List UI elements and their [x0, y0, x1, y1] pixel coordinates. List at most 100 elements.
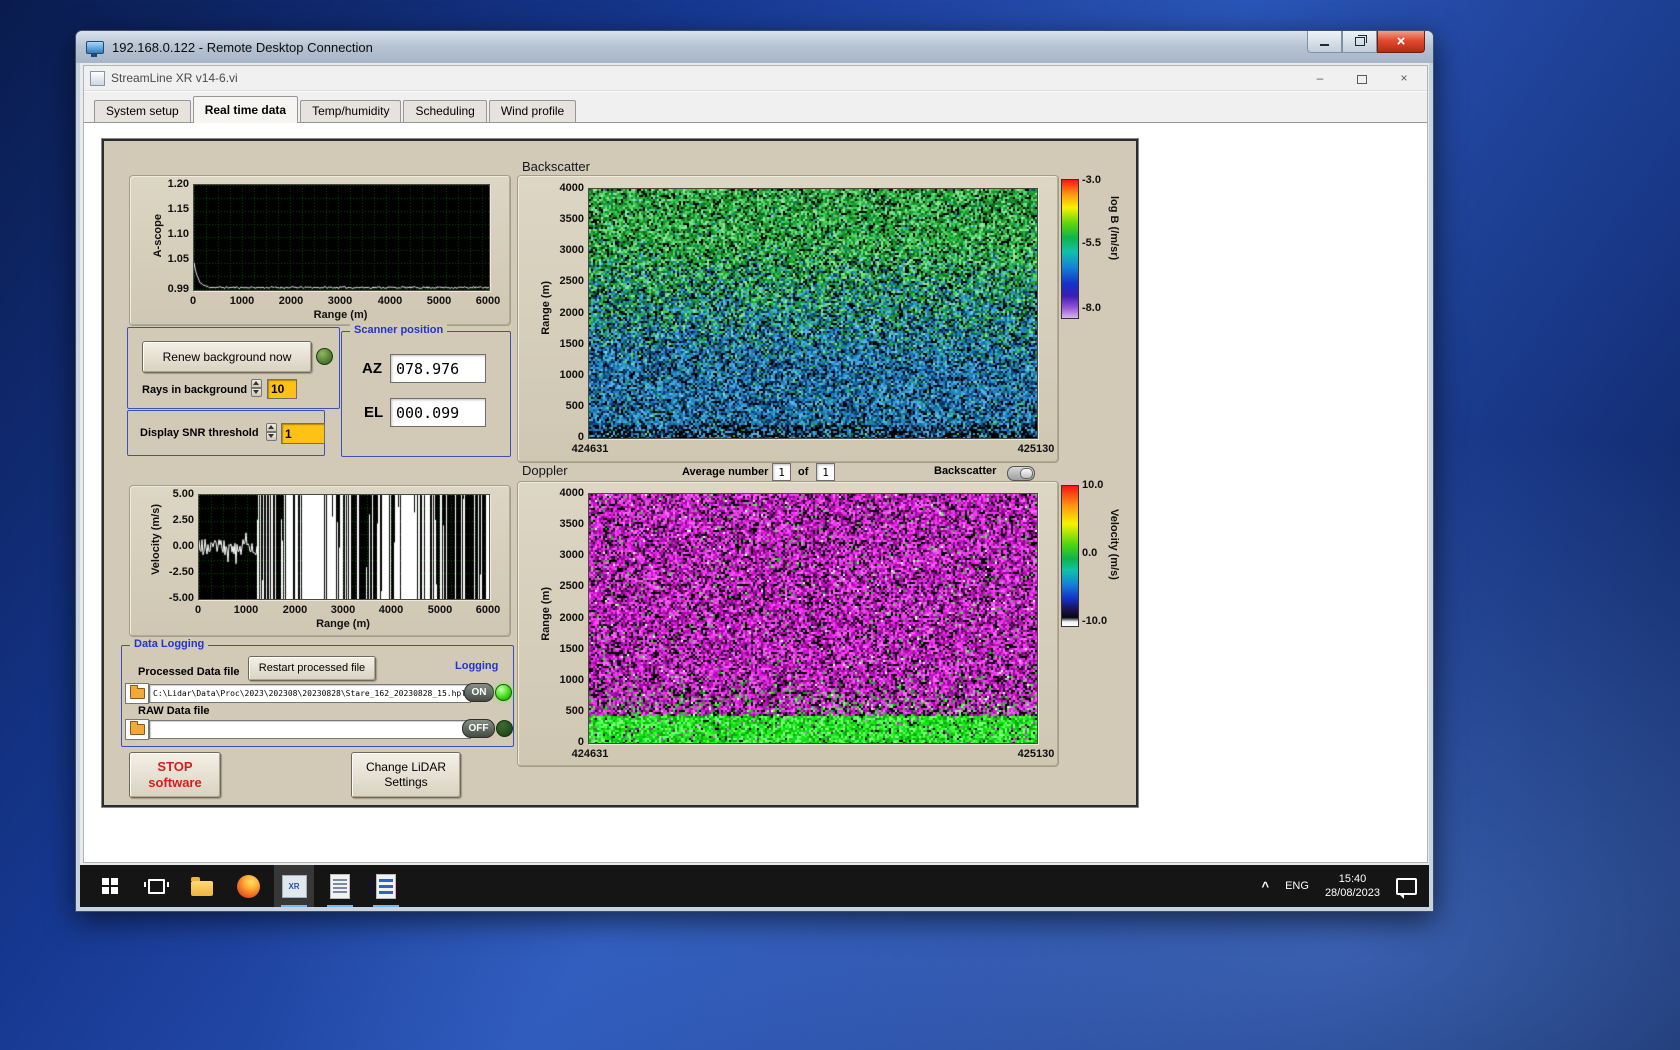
rdp-close-button[interactable]: ×	[1377, 31, 1425, 53]
backscatter-colorbar	[1061, 179, 1079, 319]
processed-logging-toggle[interactable]: ON	[464, 683, 494, 702]
hidden-icons-chevron[interactable]: ^	[1262, 879, 1270, 894]
raw-data-file-label: RAW Data file	[138, 705, 210, 717]
taskbar-file-explorer[interactable]	[182, 865, 222, 907]
task-view-button[interactable]	[136, 865, 176, 907]
backscatter-y-tick: 500	[548, 400, 584, 412]
tab-system-setup[interactable]: System setup	[94, 100, 191, 122]
doppler-plot	[588, 493, 1038, 744]
taskbar-data-viewer[interactable]	[366, 865, 406, 907]
rays-in-background-field[interactable]: 10	[267, 379, 297, 399]
restore-icon	[1355, 37, 1365, 46]
tab-wind-profile[interactable]: Wind profile	[489, 100, 576, 122]
velocity-graph-frame: Velocity (m/s) 5.00 2.50 0.00 -2.50 -5.0…	[129, 485, 511, 637]
tab-real-time-data[interactable]: Real time data	[193, 96, 298, 123]
rays-spinner[interactable]	[251, 379, 264, 398]
raw-logging-toggle[interactable]: OFF	[462, 719, 495, 738]
spinner-up-icon[interactable]	[266, 423, 277, 432]
app-restore-button[interactable]	[1357, 75, 1367, 84]
doppler-colorbar-tick: 10.0	[1082, 479, 1103, 491]
backscatter-x-tick-right: 425130	[1008, 443, 1064, 455]
processed-logging-led	[495, 684, 512, 701]
minimize-icon	[1320, 44, 1329, 46]
backscatter-colorbar-label: log B (/m/sr)	[1108, 196, 1120, 260]
rdp-minimize-button[interactable]	[1307, 31, 1342, 53]
backscatter-graph-frame: Range (m) 4000 3500 3000 2500 2000 1500 …	[517, 175, 1059, 463]
notifications-icon[interactable]	[1396, 878, 1417, 895]
spinner-up-icon[interactable]	[251, 379, 262, 388]
az-label: AZ	[362, 360, 382, 377]
change-lidar-settings-button[interactable]: Change LiDAR Settings	[351, 752, 461, 798]
logging-label: Logging	[455, 660, 498, 672]
rdp-title: 192.168.0.122 - Remote Desktop Connectio…	[112, 40, 373, 55]
raw-data-file-path[interactable]	[149, 720, 471, 739]
velocity-x-tick: 4000	[373, 604, 409, 616]
tab-temp-humidity[interactable]: Temp/humidity	[300, 100, 401, 122]
snr-threshold-field[interactable]: 1	[281, 423, 325, 444]
backscatter-colorbar-tick: -8.0	[1082, 302, 1101, 314]
start-button[interactable]	[90, 865, 130, 907]
ascope-plot-canvas	[194, 185, 489, 290]
tab-bar: System setup Real time data Temp/humidit…	[84, 92, 1427, 123]
average-number-field[interactable]: 1	[772, 463, 791, 481]
az-field[interactable]: 078.976	[390, 354, 486, 383]
scanner-position-group: Scanner position AZ 078.976 EL 000.099	[341, 331, 511, 457]
doppler-y-tick: 1000	[548, 674, 584, 686]
ascope-x-axis-label: Range (m)	[193, 309, 488, 321]
folder-icon	[130, 724, 145, 735]
data-logging-group: Data Logging Processed Data file Restart…	[121, 645, 514, 747]
app-close-button[interactable]: ×	[1397, 71, 1411, 85]
raw-path-drive-icon[interactable]	[125, 719, 149, 740]
velocity-x-tick: 2000	[277, 604, 313, 616]
app-minimize-button[interactable]: –	[1313, 71, 1327, 85]
doppler-colorbar-label: Velocity (m/s)	[1108, 509, 1120, 580]
average-of-field[interactable]: 1	[816, 463, 835, 481]
velocity-x-tick: 6000	[470, 604, 506, 616]
spinner-down-icon[interactable]	[266, 432, 277, 441]
processed-path-drive-icon[interactable]	[125, 683, 149, 704]
backscatter-y-tick: 3000	[548, 244, 584, 256]
ascope-x-tick: 6000	[470, 295, 506, 307]
processed-data-file-path[interactable]: C:\Lidar\Data\Proc\2023\202308\20230828\…	[149, 684, 471, 703]
stop-software-label-line1: STOP	[157, 759, 192, 775]
tab-scheduling[interactable]: Scheduling	[403, 100, 486, 122]
doppler-y-tick: 2500	[548, 580, 584, 592]
rdp-restore-button[interactable]	[1342, 31, 1377, 53]
renew-background-button[interactable]: Renew background now	[142, 341, 312, 373]
scan-scheduler-icon	[330, 874, 350, 899]
backscatter-y-tick: 4000	[548, 182, 584, 194]
app-titlebar[interactable]: StreamLine XR v14-6.vi	[84, 66, 1427, 91]
doppler-plot-canvas	[589, 494, 1037, 743]
snr-spinner[interactable]	[266, 423, 279, 442]
data-viewer-icon	[376, 874, 396, 899]
doppler-y-tick: 3500	[548, 518, 584, 530]
ascope-x-tick: 2000	[273, 295, 309, 307]
stop-software-button[interactable]: STOP software	[129, 752, 221, 798]
rdp-icon	[86, 41, 104, 54]
language-indicator[interactable]: ENG	[1285, 880, 1309, 892]
velocity-y-tick: 2.50	[154, 514, 194, 526]
doppler-title: Doppler	[522, 463, 568, 478]
taskbar-clock[interactable]: 15:40 28/08/2023	[1325, 872, 1380, 900]
velocity-x-axis-label: Range (m)	[198, 618, 488, 630]
spinner-down-icon[interactable]	[251, 388, 262, 397]
taskbar-firefox[interactable]	[228, 865, 268, 907]
folder-icon	[130, 688, 145, 699]
ascope-x-tick: 1000	[224, 295, 260, 307]
change-lidar-label-line2: Settings	[384, 775, 427, 790]
el-field[interactable]: 000.099	[390, 398, 486, 427]
backscatter-doppler-switch[interactable]	[1007, 466, 1035, 481]
ascope-x-tick: 0	[175, 295, 211, 307]
rdp-titlebar[interactable]: 192.168.0.122 - Remote Desktop Connectio…	[76, 31, 1433, 63]
taskbar-streamline-app[interactable]: XR	[274, 865, 314, 907]
doppler-y-tick: 1500	[548, 643, 584, 655]
taskbar-time: 15:40	[1325, 872, 1380, 886]
backscatter-plot-canvas	[589, 189, 1037, 438]
vi-icon	[90, 71, 105, 86]
doppler-y-tick: 500	[548, 705, 584, 717]
restart-processed-file-button[interactable]: Restart processed file	[248, 656, 376, 681]
firefox-icon	[237, 875, 260, 898]
el-label: EL	[364, 404, 383, 421]
stop-software-label-line2: software	[148, 775, 201, 791]
taskbar-scan-scheduler[interactable]	[320, 865, 360, 907]
